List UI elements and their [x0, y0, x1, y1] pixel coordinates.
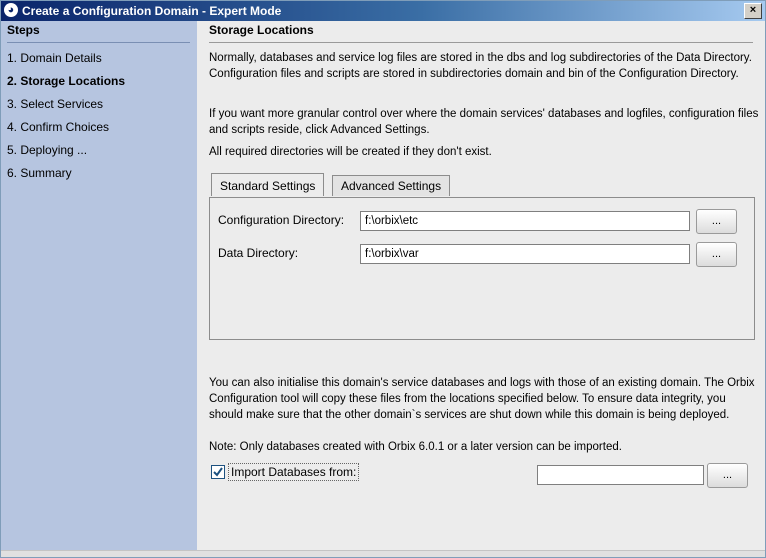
import-databases-label[interactable]: Import Databases from:	[228, 463, 360, 481]
tab-standard-settings[interactable]: Standard Settings	[211, 173, 325, 196]
wizard-window: ◕ Create a Configuration Domain - Expert…	[0, 0, 766, 558]
steps-divider	[7, 42, 190, 43]
steps-sidebar: Steps 1. Domain Details 2. Storage Locat…	[1, 21, 197, 551]
step-confirm-choices: 4. Confirm Choices	[7, 120, 110, 134]
config-directory-input[interactable]	[360, 211, 690, 231]
import-paragraph: You can also initialise this domain's se…	[209, 377, 755, 421]
step-storage-locations: 2. Storage Locations	[7, 74, 126, 88]
app-globe-icon: ◕	[4, 3, 18, 17]
step-select-services: 3. Select Services	[7, 97, 104, 111]
steps-list: 1. Domain Details 2. Storage Locations 3…	[7, 47, 125, 185]
import-databases-path-input[interactable]	[537, 465, 704, 485]
standard-settings-panel: Configuration Directory: ... Data Direct…	[209, 197, 755, 340]
import-version-note: Note: Only databases created with Orbix …	[209, 441, 622, 453]
tab-advanced-settings[interactable]: Advanced Settings	[332, 175, 451, 196]
close-button[interactable]: ×	[744, 3, 762, 19]
directories-note: All required directories will be created…	[209, 146, 492, 158]
window-title: Create a Configuration Domain - Expert M…	[22, 4, 282, 18]
intro-paragraph: Normally, databases and service log file…	[209, 52, 752, 80]
title-bar[interactable]: ◕ Create a Configuration Domain - Expert…	[1, 1, 765, 21]
data-directory-browse-button[interactable]: ...	[696, 242, 737, 267]
step-domain-details: 1. Domain Details	[7, 51, 102, 65]
config-directory-label: Configuration Directory:	[218, 213, 345, 227]
step-summary: 6. Summary	[7, 166, 72, 180]
checkmark-icon	[213, 467, 223, 477]
import-databases-checkbox[interactable]	[211, 465, 225, 479]
data-directory-input[interactable]	[360, 244, 690, 264]
import-databases-browse-button[interactable]: ...	[707, 463, 748, 488]
page-title: Storage Locations	[209, 23, 314, 37]
advanced-paragraph: If you want more granular control over w…	[209, 108, 759, 136]
steps-header: Steps	[7, 23, 40, 37]
button-bar-edge	[1, 550, 765, 557]
content-pane: Storage Locations Normally, databases an…	[197, 21, 765, 551]
data-directory-label: Data Directory:	[218, 246, 299, 260]
title-divider	[209, 42, 753, 43]
step-deploying: 5. Deploying ...	[7, 143, 88, 157]
config-directory-browse-button[interactable]: ...	[696, 209, 737, 234]
